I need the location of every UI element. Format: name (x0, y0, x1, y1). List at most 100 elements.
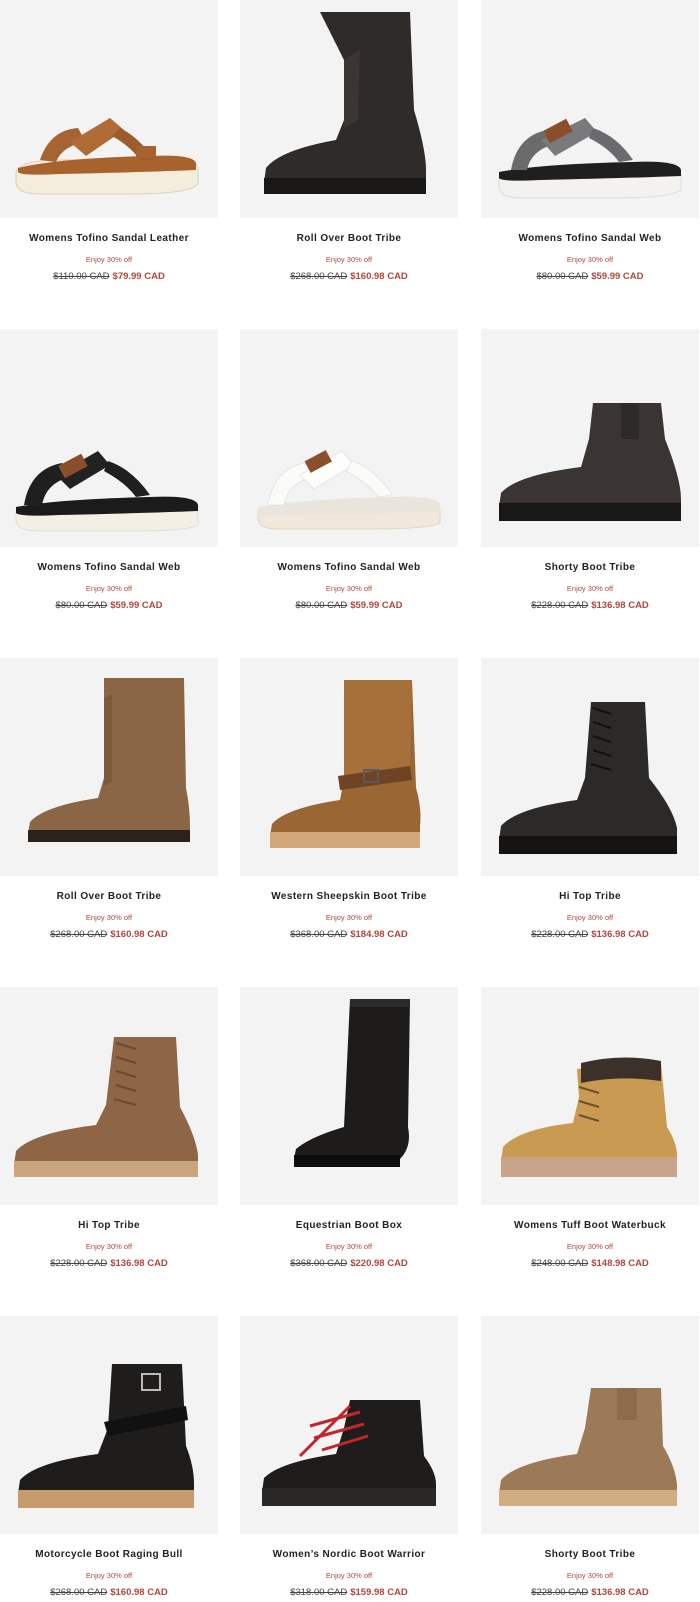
product-card[interactable]: Shorty Boot Tribe Enjoy 30% off $228.00 … (481, 329, 699, 612)
sale-price: $59.99 CAD (591, 271, 644, 282)
original-price: $110.00 CAD (53, 271, 110, 282)
product-image-black-moto-boot[interactable] (0, 1316, 218, 1534)
product-card[interactable]: Shorty Boot Tribe Enjoy 30% off $228.00 … (481, 1316, 699, 1599)
price-row: $228.00 CAD $136.98 CAD (0, 1258, 218, 1270)
product-card[interactable]: Womens Tofino Sandal Leather Enjoy 30% o… (0, 0, 218, 283)
product-card[interactable]: Roll Over Boot Tribe Enjoy 30% off $268.… (0, 658, 218, 941)
sale-price: $136.98 CAD (110, 1258, 168, 1269)
promo-text: Enjoy 30% off (325, 913, 373, 922)
product-name[interactable]: Hi Top Tribe (0, 1219, 218, 1232)
product-image-black-tall-boot[interactable] (240, 0, 458, 218)
price-row: $228.00 CAD $136.98 CAD (481, 600, 699, 612)
original-price: $368.00 CAD (290, 1258, 348, 1269)
product-name[interactable]: Equestrian Boot Box (240, 1219, 458, 1232)
product-name[interactable]: Roll Over Boot Tribe (0, 890, 218, 903)
boot-image (262, 1400, 436, 1506)
boot-image (270, 680, 421, 848)
product-image-white-web-sandal[interactable] (240, 329, 458, 547)
product-image-black-shorty-boot[interactable] (481, 329, 699, 547)
sale-price: $184.98 CAD (350, 929, 408, 940)
sandal-image (498, 118, 682, 199)
promo-text: Enjoy 30% off (85, 584, 133, 593)
product-image-brown-lace-boot[interactable] (0, 987, 218, 1205)
sale-price: $160.98 CAD (110, 1587, 168, 1598)
product-image-brown-tall-boot[interactable] (0, 658, 218, 876)
original-price: $228.00 CAD (531, 600, 589, 611)
promo-text: Enjoy 30% off (325, 1571, 373, 1580)
sale-price: $159.98 CAD (350, 1587, 408, 1598)
product-image-black-lace-boot[interactable] (481, 658, 699, 876)
product-card[interactable]: Motorcycle Boot Raging Bull Enjoy 30% of… (0, 1316, 218, 1599)
promo-text: Enjoy 30% off (325, 584, 373, 593)
product-image-brown-shorty-boot[interactable] (481, 1316, 699, 1534)
original-price: $268.00 CAD (50, 1587, 108, 1598)
boot-image (499, 403, 681, 521)
sale-price: $59.99 CAD (350, 600, 403, 611)
product-name[interactable]: Womens Tofino Sandal Web (240, 561, 458, 574)
sandal-image (257, 450, 441, 530)
original-price: $228.00 CAD (531, 1587, 589, 1598)
boot-image (14, 1037, 198, 1177)
product-image-tan-sheepskin-boot[interactable] (240, 658, 458, 876)
product-image-grey-web-sandal[interactable] (481, 0, 699, 218)
product-name[interactable]: Womens Tofino Sandal Web (481, 232, 699, 245)
product-image-wheat-work-boot[interactable] (481, 987, 699, 1205)
boot-image (294, 999, 410, 1167)
product-card[interactable]: Western Sheepskin Boot Tribe Enjoy 30% o… (240, 658, 458, 941)
price-row: $268.00 CAD $160.98 CAD (240, 271, 458, 283)
product-card[interactable]: Women’s Nordic Boot Warrior Enjoy 30% of… (240, 1316, 458, 1599)
product-name[interactable]: Women’s Nordic Boot Warrior (240, 1548, 458, 1561)
product-card[interactable]: Hi Top Tribe Enjoy 30% off $228.00 CAD $1… (481, 658, 699, 941)
product-card[interactable]: Roll Over Boot Tribe Enjoy 30% off $268.… (240, 0, 458, 283)
original-price: $248.00 CAD (531, 1258, 589, 1269)
price-row: $318.00 CAD $159.98 CAD (240, 1587, 458, 1599)
product-image-black-hiker-red-laces[interactable] (240, 1316, 458, 1534)
promo-text: Enjoy 30% off (325, 255, 373, 264)
product-image-black-web-sandal[interactable] (0, 329, 218, 547)
product-name[interactable]: Roll Over Boot Tribe (240, 232, 458, 245)
promo-text: Enjoy 30% off (566, 255, 614, 264)
promo-text: Enjoy 30% off (566, 913, 614, 922)
sale-price: $160.98 CAD (110, 929, 168, 940)
original-price: $268.00 CAD (50, 929, 108, 940)
product-name[interactable]: Motorcycle Boot Raging Bull (0, 1548, 218, 1561)
price-row: $80.00 CAD $59.99 CAD (240, 600, 458, 612)
original-price: $228.00 CAD (531, 929, 589, 940)
product-card[interactable]: Womens Tuff Boot Waterbuck Enjoy 30% off… (481, 987, 699, 1270)
sale-price: $160.98 CAD (350, 271, 408, 282)
product-card[interactable]: Womens Tofino Sandal Web Enjoy 30% off $… (481, 0, 699, 283)
product-name[interactable]: Womens Tuff Boot Waterbuck (481, 1219, 699, 1232)
product-card[interactable]: Equestrian Boot Box Enjoy 30% off $368.0… (240, 987, 458, 1270)
original-price: $80.00 CAD (295, 600, 348, 611)
product-name[interactable]: Shorty Boot Tribe (481, 1548, 699, 1561)
promo-text: Enjoy 30% off (566, 1242, 614, 1251)
product-card[interactable]: Womens Tofino Sandal Web Enjoy 30% off $… (0, 329, 218, 612)
sale-price: $136.98 CAD (591, 1587, 649, 1598)
boot-image (264, 12, 426, 194)
price-row: $368.00 CAD $220.98 CAD (240, 1258, 458, 1270)
product-image-tan-leather-sandal[interactable] (0, 0, 218, 218)
sale-price: $220.98 CAD (350, 1258, 408, 1269)
promo-text: Enjoy 30% off (566, 1571, 614, 1580)
original-price: $268.00 CAD (290, 271, 348, 282)
boot-image (501, 1057, 677, 1177)
product-name[interactable]: Hi Top Tribe (481, 890, 699, 903)
price-row: $268.00 CAD $160.98 CAD (0, 1587, 218, 1599)
sale-price: $59.99 CAD (110, 600, 163, 611)
product-name[interactable]: Womens Tofino Sandal Leather (0, 232, 218, 245)
promo-text: Enjoy 30% off (85, 1242, 133, 1251)
product-image-black-riding-boot[interactable] (240, 987, 458, 1205)
price-row: $228.00 CAD $136.98 CAD (481, 1587, 699, 1599)
product-name[interactable]: Western Sheepskin Boot Tribe (240, 890, 458, 903)
product-card[interactable]: Womens Tofino Sandal Web Enjoy 30% off $… (240, 329, 458, 612)
product-card[interactable]: Hi Top Tribe Enjoy 30% off $228.00 CAD $1… (0, 987, 218, 1270)
product-name[interactable]: Womens Tofino Sandal Web (0, 561, 218, 574)
price-row: $268.00 CAD $160.98 CAD (0, 929, 218, 941)
product-name[interactable]: Shorty Boot Tribe (481, 561, 699, 574)
sale-price: $148.98 CAD (591, 1258, 649, 1269)
sale-price: $79.99 CAD (112, 271, 165, 282)
product-grid: Womens Tofino Sandal Leather Enjoy 30% o… (0, 0, 700, 1602)
price-row: $80.00 CAD $59.99 CAD (0, 600, 218, 612)
promo-text: Enjoy 30% off (85, 1571, 133, 1580)
sale-price: $136.98 CAD (591, 600, 649, 611)
